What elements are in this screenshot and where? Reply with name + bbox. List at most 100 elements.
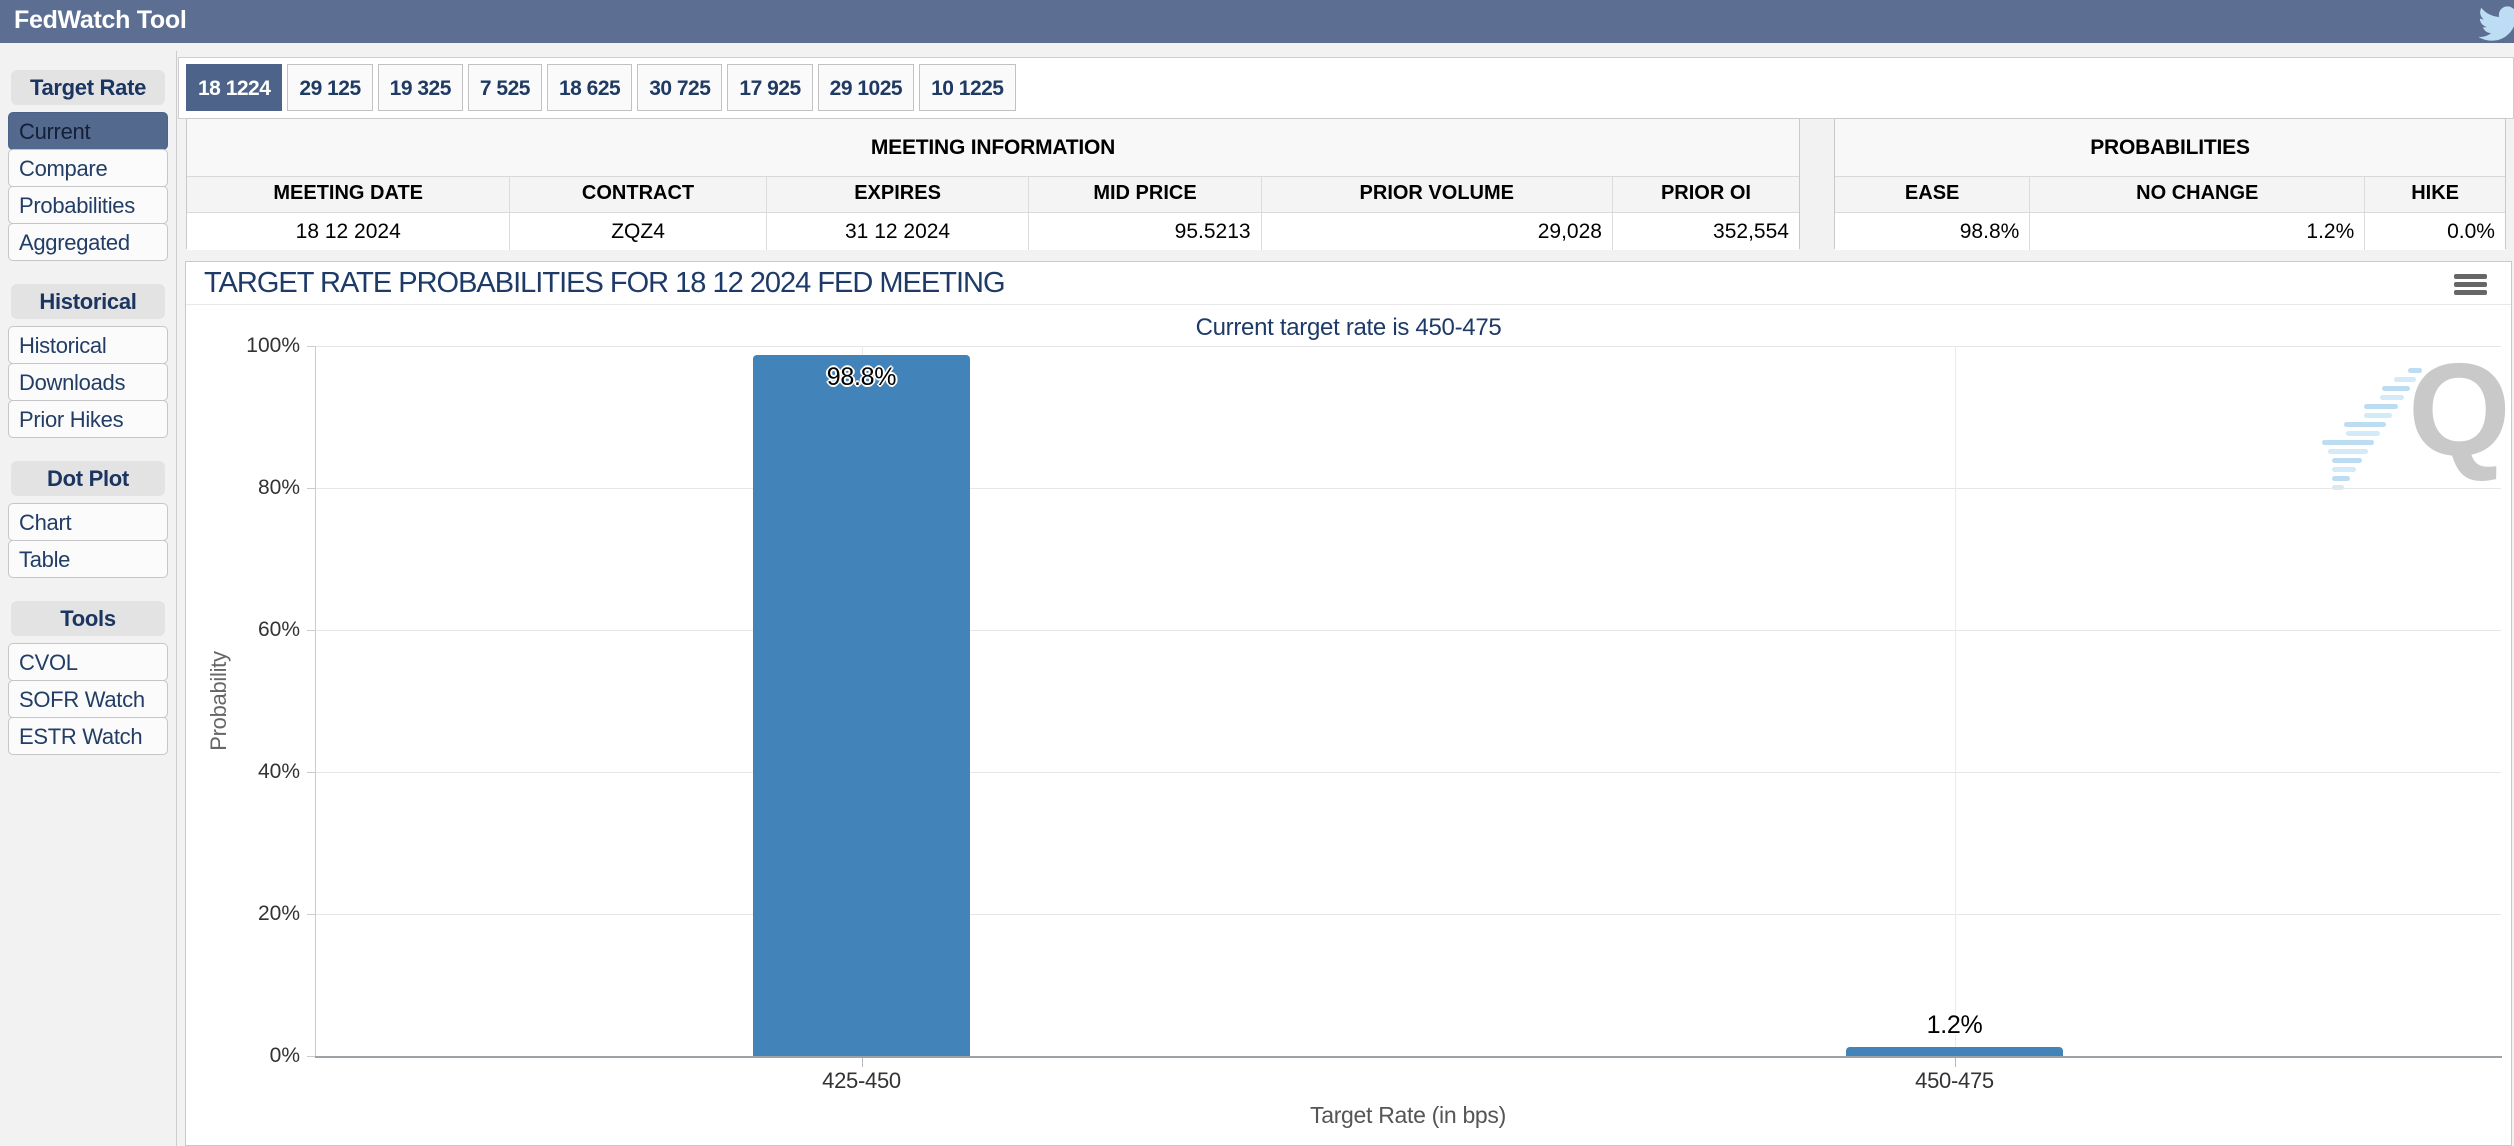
tab-19-325[interactable]: 19 325 [377, 64, 463, 111]
meeting-value-meeting-date: 18 12 2024 [295, 220, 401, 243]
watermark-dash [2322, 440, 2374, 445]
meeting-col-header-contract: CONTRACT [509, 177, 765, 212]
meeting-col-header-expires: EXPIRES [765, 177, 1029, 212]
xtick-425-450 [861, 1058, 863, 1067]
xtick-label-425-450: 425-450 [822, 1068, 901, 1093]
sidebar-item-probabilities[interactable]: Probabilities [8, 186, 168, 224]
watermark-dash [2394, 377, 2416, 382]
chart-menu-button[interactable] [2454, 274, 2487, 298]
meeting-date-tabbar: 18 1224 29 125 19 325 7 525 18 625 30 725 17 9… [178, 57, 2514, 119]
sidebar-section-header-tools: Tools [11, 601, 165, 636]
meeting-col-header-meeting-date: MEETING DATE [273, 182, 424, 204]
watermark-dash [2408, 368, 2422, 373]
ytick-40 [307, 772, 315, 773]
x-axis-line [315, 1056, 2502, 1058]
fedwatch-page: FedWatch Tool Target Rate Current Compare P… [0, 0, 2514, 1146]
gridline-y-100 [315, 346, 2501, 347]
meeting-col-header-prior-volume: PRIOR VOLUME [1260, 177, 1612, 212]
sidebar-item-compare[interactable]: Compare [8, 149, 168, 187]
tab-18-625[interactable]: 18 625 [546, 64, 633, 111]
sidebar-item-aggregated[interactable]: Aggregated [8, 223, 168, 261]
meeting-value-prior-volume: 29,028 [1260, 213, 1612, 250]
probabilities-value-row: 98.8% 1.2% 0.0% [1835, 213, 2505, 250]
sidebar-item-cvol[interactable]: CVOL [8, 643, 168, 681]
sidebar: Target Rate Current Compare Probabilities Ag… [8, 70, 168, 755]
ytick-label-20: 20% [257, 902, 300, 925]
ytick-60 [307, 630, 315, 631]
gridline-y-60 [315, 630, 2501, 631]
watermark-q-letter: Q [2408, 336, 2511, 483]
sidebar-item-sofr-watch[interactable]: SOFR Watch [8, 680, 168, 718]
bar-label-450-475: 1.2% [1926, 1011, 1983, 1040]
sidebar-section-gap [8, 438, 168, 461]
sidebar-item-estr-watch[interactable]: ESTR Watch [8, 717, 168, 755]
quikstrike-bird-icon [2478, 6, 2514, 41]
meeting-info-panel: MEETING INFORMATION MEETING DATE CONTRACT… [186, 118, 1800, 250]
watermark-dash [2364, 413, 2392, 418]
watermark-dash [2332, 467, 2356, 472]
bar-425-450[interactable] [753, 354, 970, 1056]
xtick-label-450-475: 450-475 [1915, 1068, 1994, 1093]
watermark-dash [2380, 395, 2404, 400]
ytick-100 [307, 346, 315, 347]
chart-panel: TARGET RATE PROBABILITIES FOR 18 12 2024… [185, 261, 2512, 1146]
tab-30-725[interactable]: 30 725 [637, 64, 723, 111]
tab-7-525[interactable]: 7 525 [467, 64, 542, 111]
sidebar-section-gap [8, 578, 168, 601]
meeting-value-expires: 31 12 2024 [765, 213, 1029, 250]
watermark-dash [2364, 404, 2398, 409]
gridline-y-20 [315, 914, 2501, 915]
probabilities-title: PROBABILITIES [1835, 119, 2505, 176]
prob-col-header-no-change: NO CHANGE [2029, 177, 2364, 212]
x-axis-title: Target Rate (in bps) [1310, 1102, 1506, 1128]
chart-title: TARGET RATE PROBABILITIES FOR 18 12 2024… [204, 267, 1006, 299]
y-axis-line [315, 346, 316, 1056]
ytick-label-80: 80% [257, 476, 300, 499]
bar-450-475[interactable] [1846, 1047, 2063, 1056]
meeting-value-mid-price: 95.5213 [1028, 213, 1260, 250]
chart-plot-region: Q Current target rate is 450-475 0% 20% 40… [186, 304, 2511, 1145]
tab-29-125[interactable]: 29 125 [287, 64, 373, 111]
tab-17-925[interactable]: 17 925 [727, 64, 813, 111]
ytick-label-0: 0% [269, 1044, 300, 1067]
sidebar-item-table[interactable]: Table [8, 540, 168, 578]
watermark-dash [2332, 476, 2350, 481]
sidebar-item-historical[interactable]: Historical [8, 326, 168, 364]
tab-10-1225[interactable]: 10 1225 [919, 64, 1016, 111]
gridline-y-40 [315, 772, 2501, 773]
app-title: FedWatch Tool [14, 6, 187, 34]
chart-header: TARGET RATE PROBABILITIES FOR 18 12 2024… [186, 262, 2511, 305]
tab-18-1224[interactable]: 18 1224 [186, 64, 283, 111]
meeting-col-header-mid-price: MID PRICE [1028, 177, 1260, 212]
ytick-80 [307, 488, 315, 489]
watermark-dash [2346, 431, 2380, 436]
tab-29-1025[interactable]: 29 1025 [817, 64, 915, 111]
prob-value-ease: 98.8% [1959, 220, 2020, 243]
gridline-x-450-475 [1954, 346, 1956, 1056]
sidebar-item-prior-hikes[interactable]: Prior Hikes [8, 400, 168, 438]
content-divider [176, 51, 177, 1146]
meeting-info-title: MEETING INFORMATION [187, 119, 1799, 176]
watermark-dash [2328, 449, 2368, 454]
sidebar-section-header-dot-plot: Dot Plot [11, 461, 165, 496]
sidebar-item-current[interactable]: Current [8, 112, 168, 150]
ytick-0 [307, 1056, 315, 1057]
prob-col-header-ease: EASE [1904, 182, 1960, 204]
meeting-info-header-row: MEETING DATE CONTRACT EXPIRES MID PRICE PRIO… [187, 176, 1799, 213]
prob-col-header-hike: HIKE [2364, 177, 2505, 212]
probabilities-panel: PROBABILITIES EASE NO CHANGE HIKE 98.8% 1.2… [1834, 118, 2506, 250]
xtick-450-475 [1954, 1058, 1956, 1067]
sidebar-section-header-historical: Historical [11, 284, 165, 319]
app-header: FedWatch Tool [0, 0, 2514, 43]
prob-value-no-change: 1.2% [2029, 213, 2364, 250]
sidebar-section-gap [8, 261, 168, 284]
ytick-20 [307, 914, 315, 915]
quikstrike-watermark: Q [2226, 344, 2511, 504]
chart-subtitle: Current target rate is 450-475 [1195, 314, 1502, 341]
meeting-info-value-row: 18 12 2024 ZQZ4 31 12 2024 95.5213 29,028 352… [187, 213, 1799, 250]
sidebar-item-chart[interactable]: Chart [8, 503, 168, 541]
bar-label-425-450: 98.8% [826, 362, 897, 391]
prob-value-hike: 0.0% [2364, 213, 2505, 250]
sidebar-item-downloads[interactable]: Downloads [8, 363, 168, 401]
meeting-value-contract: ZQZ4 [509, 213, 765, 250]
